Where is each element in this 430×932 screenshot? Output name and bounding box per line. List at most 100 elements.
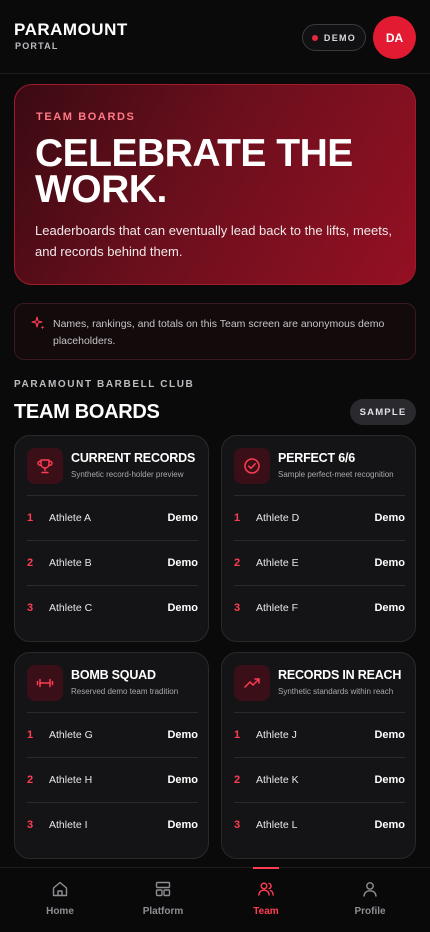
hero-title: CELEBRATE THE WORK. [35,132,353,211]
board-card-current-records[interactable]: CURRENT RECORDS Synthetic record-holder … [14,435,209,642]
board-rows: 1 Athlete J Demo 2 Athlete K Demo 3 Athl… [234,712,405,847]
leaderboard-row[interactable]: 3 Athlete F Demo [234,585,405,630]
row-rank: 3 [234,602,241,614]
leaderboard-row[interactable]: 3 Athlete C Demo [27,585,198,630]
row-athlete: Athlete L [256,819,298,831]
row-athlete: Athlete A [49,512,92,524]
row-value: Demo [167,774,198,786]
avatar[interactable]: DA [373,16,416,59]
sparkle-icon [31,316,45,330]
board-icon-box [27,448,63,484]
trend-up-icon [244,678,260,688]
demo-badge: DEMO [302,24,366,51]
nav-label: Platform [142,906,184,917]
leaderboard-row[interactable]: 2 Athlete H Demo [27,757,198,802]
nav-label: Team [253,906,279,917]
demo-notice: Names, rankings, and totals on this Team… [14,303,416,360]
notice-text: Names, rankings, and totals on this Team… [53,318,385,347]
leaderboard-row[interactable]: 2 Athlete E Demo [234,540,405,585]
leaderboard-row[interactable]: 1 Athlete A Demo [27,495,198,540]
board-card-records-in-reach[interactable]: RECORDS IN REACH Synthetic standards wit… [221,652,416,859]
check-circle-icon [244,458,260,474]
nav-item-home[interactable]: Home [6,868,114,932]
leaderboard-row[interactable]: 1 Athlete J Demo [234,712,405,757]
board-title: PERFECT 6/6 [278,451,355,465]
hero-banner: TEAM BOARDS CELEBRATE THE WORK. Leaderbo… [14,84,416,285]
row-value: Demo [374,512,405,524]
app-header: PARAMOUNT PORTAL DEMO DA [0,0,430,74]
club-name: PARAMOUNT BARBELL CLUB [14,379,195,390]
row-value: Demo [167,557,198,569]
leaderboard-row[interactable]: 1 Athlete D Demo [234,495,405,540]
board-title: BOMB SQUAD [71,668,156,682]
home-icon [52,881,68,897]
nav-item-profile[interactable]: Profile [316,868,424,932]
board-icon-box [27,665,63,701]
board-title: RECORDS IN REACH [278,668,402,682]
board-subtitle: Synthetic standards within reach [278,687,394,696]
team-icon [258,882,274,896]
demo-badge-label: DEMO [323,32,357,43]
row-rank: 2 [27,774,34,786]
leaderboard-row[interactable]: 2 Athlete B Demo [27,540,198,585]
row-athlete: Athlete G [49,729,93,741]
row-value: Demo [167,512,198,524]
trophy-icon [37,459,53,474]
row-rank: 2 [234,774,241,786]
row-value: Demo [167,602,198,614]
layout-icon [155,881,171,897]
row-value: Demo [374,602,405,614]
row-rank: 3 [27,602,34,614]
row-athlete: Athlete E [256,557,299,569]
brand-title: PARAMOUNT [14,20,128,39]
row-rank: 2 [27,557,34,569]
dumbbell-icon [36,678,54,688]
hero-description: Leaderboards that can eventually lead ba… [35,223,392,259]
bottom-nav: Home Platform Team Profile [0,867,430,932]
sample-badge: SAMPLE [350,399,416,425]
board-rows: 1 Athlete A Demo 2 Athlete B Demo 3 Athl… [27,495,198,630]
section-title: TEAM BOARDS [14,401,160,423]
row-rank: 1 [234,729,241,741]
board-icon-box [234,448,270,484]
row-value: Demo [374,729,405,741]
row-rank: 3 [27,819,34,831]
row-value: Demo [374,557,405,569]
row-value: Demo [167,819,198,831]
board-title: CURRENT RECORDS [71,451,196,465]
row-rank: 3 [234,819,241,831]
leaderboard-row[interactable]: 3 Athlete L Demo [234,802,405,847]
row-value: Demo [374,774,405,786]
row-athlete: Athlete B [49,557,92,569]
board-rows: 1 Athlete D Demo 2 Athlete E Demo 3 Athl… [234,495,405,630]
row-athlete: Athlete D [256,512,300,524]
board-rows: 1 Athlete G Demo 2 Athlete H Demo 3 Athl… [27,712,198,847]
brand-subtitle: PORTAL [15,41,59,51]
nav-item-platform[interactable]: Platform [109,868,217,932]
row-athlete: Athlete I [49,819,88,831]
board-subtitle: Reserved demo team tradition [71,687,179,696]
active-indicator [253,867,279,869]
row-rank: 1 [234,512,241,524]
leaderboard-row[interactable]: 3 Athlete I Demo [27,802,198,847]
row-athlete: Athlete F [256,602,299,614]
row-athlete: Athlete K [256,774,299,786]
row-rank: 2 [234,557,241,569]
hero-kicker: TEAM BOARDS [36,111,136,123]
nav-label: Profile [354,906,386,917]
leaderboard-row[interactable]: 2 Athlete K Demo [234,757,405,802]
nav-label: Home [46,906,74,917]
nav-item-team[interactable]: Team [212,867,320,932]
status-dot-icon [311,34,318,41]
board-card-perfect-6-6[interactable]: PERFECT 6/6 Sample perfect-meet recognit… [221,435,416,642]
board-card-bomb-squad[interactable]: BOMB SQUAD Reserved demo team tradition … [14,652,209,859]
row-athlete: Athlete H [49,774,93,786]
user-icon [363,882,377,897]
board-subtitle: Sample perfect-meet recognition [278,470,394,479]
row-value: Demo [374,819,405,831]
row-athlete: Athlete C [49,602,93,614]
leaderboard-row[interactable]: 1 Athlete G Demo [27,712,198,757]
row-rank: 1 [27,729,34,741]
board-subtitle: Synthetic record-holder preview [71,470,184,479]
row-rank: 1 [27,512,34,524]
